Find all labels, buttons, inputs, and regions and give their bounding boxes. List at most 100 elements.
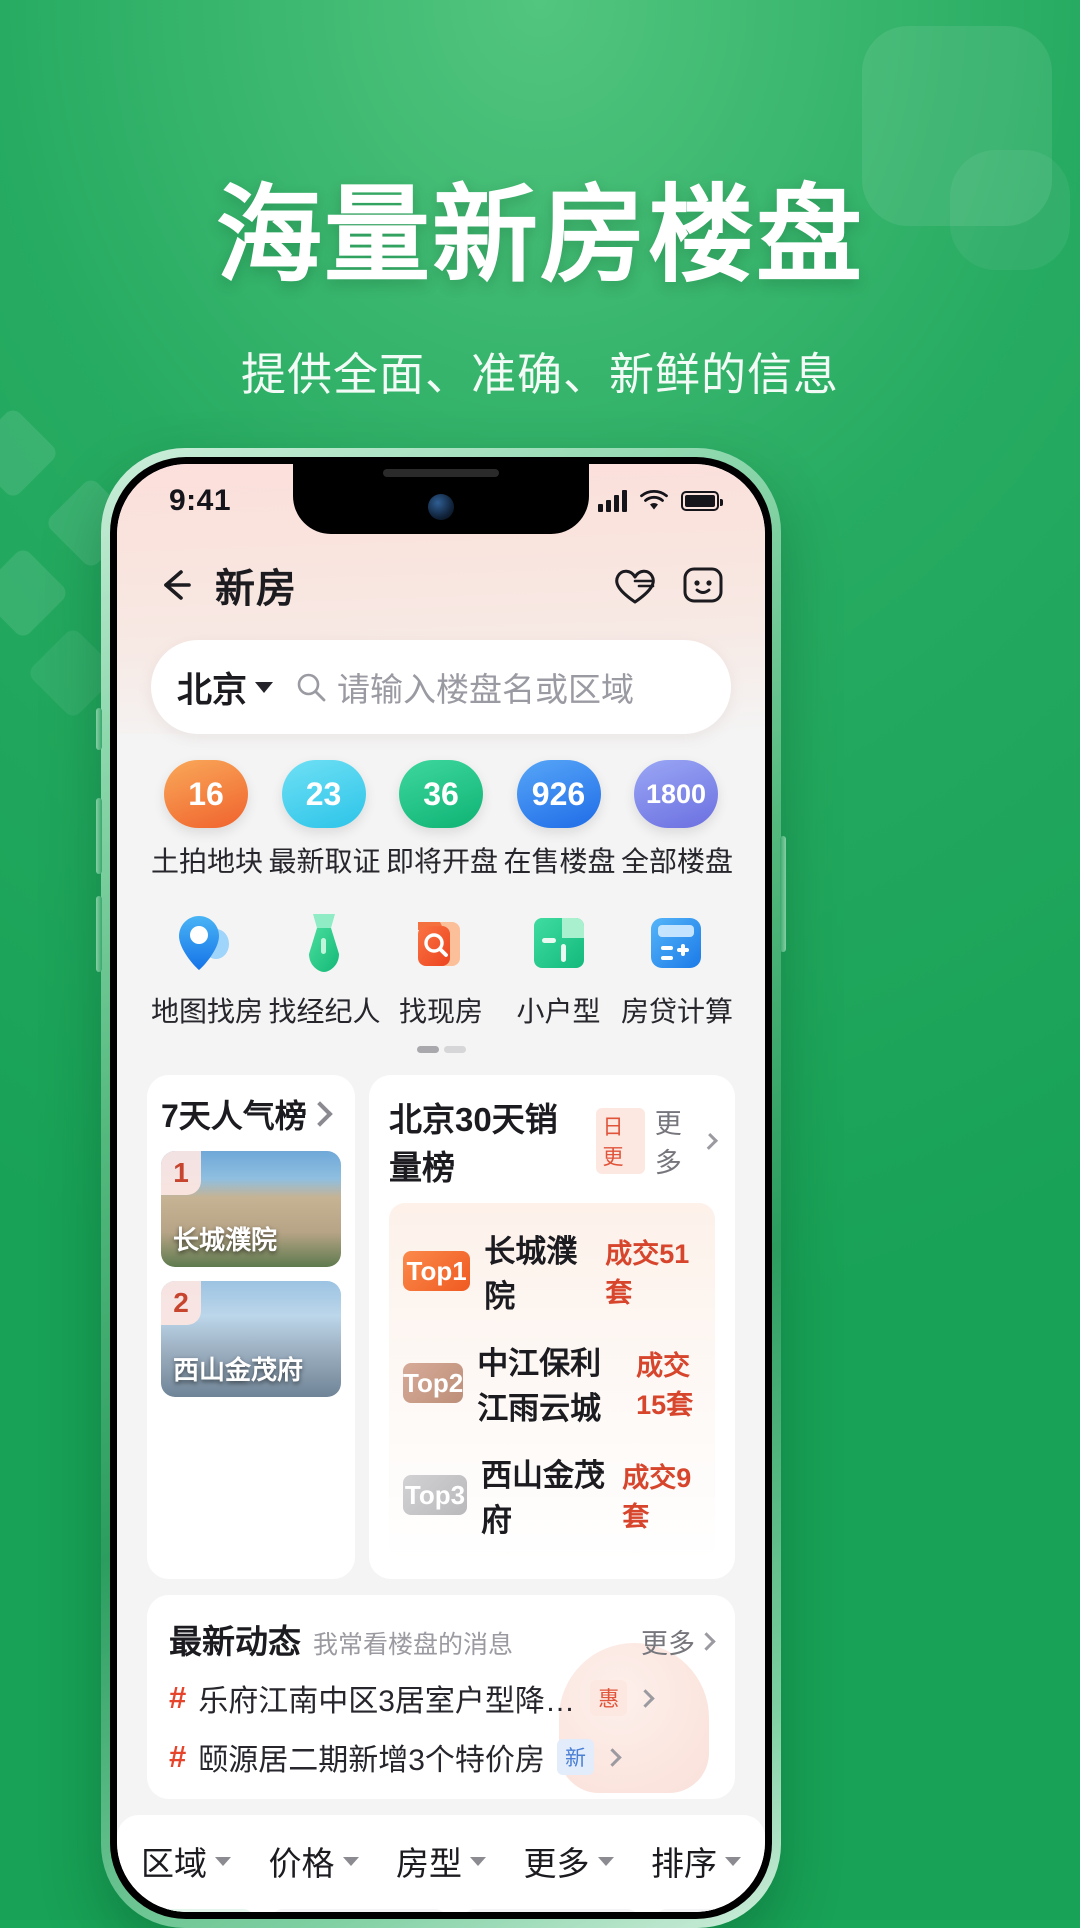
pagination-dots[interactable] xyxy=(117,1046,765,1053)
rank-badge: 1 xyxy=(161,1151,201,1195)
property-name: 西山金茂府 xyxy=(481,1458,605,1538)
filter-chip-all[interactable]: 全部 xyxy=(141,1909,255,1912)
quick-stat-bubble: 1800 xyxy=(634,760,718,828)
filter-dropdown-row: 区域 价格 房型 更多 排序 xyxy=(141,1837,741,1885)
quick-stat-quzheng[interactable]: 23 最新取证 xyxy=(268,760,381,880)
sales-count: 成交9套 xyxy=(622,1463,692,1532)
popularity-card-title: 7天人气榜 xyxy=(161,1098,307,1134)
mute-switch[interactable] xyxy=(96,708,102,750)
status-time: 9:41 xyxy=(169,484,232,517)
table-row[interactable]: Top2 中江保利江雨云城 成交15套 xyxy=(403,1327,701,1439)
quick-stat-label: 即将开盘 xyxy=(386,846,499,877)
quick-tool-small-unit[interactable]: 小户型 xyxy=(504,906,614,1030)
chevron-right-icon xyxy=(700,1132,718,1150)
search-bar[interactable]: 北京 请输入楼盘名或区域 xyxy=(151,640,731,734)
search-icon xyxy=(297,673,326,702)
sales-count: 成交15套 xyxy=(636,1351,694,1420)
volume-down-button[interactable] xyxy=(96,896,102,972)
battery-icon xyxy=(681,491,723,511)
chevron-right-icon xyxy=(636,1688,655,1708)
volume-up-button[interactable] xyxy=(96,798,102,874)
quick-tool-label: 找经纪人 xyxy=(268,996,381,1027)
filter-label: 排序 xyxy=(651,1845,717,1882)
rank-badge: Top1 xyxy=(403,1251,471,1291)
rank-badge: 2 xyxy=(161,1281,201,1325)
front-camera-icon xyxy=(428,494,454,520)
quick-tool-map[interactable]: 地图找房 xyxy=(151,906,264,1030)
quick-stat-label: 最新取证 xyxy=(268,846,381,877)
page-title: 新房 xyxy=(215,567,297,611)
filter-chip-metro[interactable]: 地铁沿线 xyxy=(463,1909,639,1912)
quick-stat-kaipan[interactable]: 36 即将开盘 xyxy=(386,760,499,880)
status-badge: 惠 xyxy=(590,1680,628,1716)
filter-label: 更多 xyxy=(523,1845,590,1882)
quick-stat-bubble: 36 xyxy=(399,760,483,828)
decor-diamond xyxy=(0,546,70,640)
rank-badge: Top2 xyxy=(403,1363,464,1403)
quick-stat-zaishou[interactable]: 926 在售楼盘 xyxy=(503,760,616,880)
hash-icon: # xyxy=(169,1739,187,1774)
chevron-down-icon xyxy=(215,1856,231,1866)
search-input-placeholder[interactable]: 请输入楼盘名或区域 xyxy=(337,663,634,711)
filter-label: 价格 xyxy=(268,1845,335,1882)
promo-subtitle: 提供全面、准确、新鲜的信息 xyxy=(240,349,839,400)
dynamics-subtitle: 我常看楼盘的消息 xyxy=(313,1631,514,1659)
city-selector[interactable]: 北京 xyxy=(177,662,274,713)
popularity-card-header[interactable]: 7天人气榜 xyxy=(161,1091,341,1137)
filter-house-type[interactable]: 房型 xyxy=(396,1837,486,1885)
filter-label: 区域 xyxy=(141,1845,207,1882)
table-row[interactable]: Top1 长城濮院 成交51套 xyxy=(403,1215,701,1327)
back-arrow-icon[interactable] xyxy=(153,562,199,608)
floorplan-icon xyxy=(517,906,601,980)
quick-stat-label: 在售楼盘 xyxy=(503,846,616,877)
filter-price[interactable]: 价格 xyxy=(269,1837,359,1885)
quick-tool-label: 地图找房 xyxy=(151,996,264,1027)
quick-tool-agent[interactable]: 找经纪人 xyxy=(268,906,381,1030)
property-name: 长城濮院 xyxy=(173,1225,278,1255)
chevron-down-icon xyxy=(725,1856,741,1866)
property-name: 西山金茂府 xyxy=(173,1355,304,1385)
necktie-icon xyxy=(282,906,366,980)
map-pin-icon xyxy=(164,906,248,980)
phone-bezel: 9:41 新房 北京 请输入楼盘名或区域 16 土拍地块 23 最新取证 36 … xyxy=(110,457,772,1919)
phone-screen: 9:41 新房 北京 请输入楼盘名或区域 16 土拍地块 23 最新取证 36 … xyxy=(117,464,765,1912)
filter-sort[interactable]: 排序 xyxy=(651,1837,741,1885)
chevron-right-icon xyxy=(307,1101,333,1127)
list-item[interactable]: 2 西山金茂府 xyxy=(161,1281,341,1397)
list-item[interactable]: # 颐源居二期新增3个特价房 新 xyxy=(169,1722,713,1781)
quick-tool-ready-house[interactable]: 找现房 xyxy=(386,906,496,1030)
latest-dynamics-card: 最新动态 我常看楼盘的消息 更多 # 乐府江南中区3居室户型降价5.5万即等… … xyxy=(147,1595,735,1799)
dynamics-title: 最新动态 xyxy=(169,1623,301,1660)
chevron-down-icon xyxy=(597,1856,614,1866)
quick-stat-bubble: 23 xyxy=(281,760,366,828)
hash-icon: # xyxy=(169,1680,187,1715)
app-header-area: 9:41 新房 北京 请输入楼盘名或区域 xyxy=(117,464,765,734)
quick-tool-mortgage[interactable]: 房贷计算 xyxy=(621,906,733,1030)
earpiece-speaker xyxy=(383,469,499,477)
heart-icon[interactable] xyxy=(609,559,661,611)
filter-chip-only-proj[interactable]: 只看楼盘 xyxy=(271,1909,447,1912)
chevron-down-icon xyxy=(470,1856,486,1866)
wifi-icon xyxy=(640,490,668,510)
quick-stats-row: 16 土拍地块 23 最新取证 36 即将开盘 926 在售楼盘 1800 全部… xyxy=(117,734,765,880)
list-item[interactable]: # 乐府江南中区3居室户型降价5.5万即等… 惠 xyxy=(169,1663,713,1722)
power-button[interactable] xyxy=(780,836,786,952)
chat-icon[interactable] xyxy=(677,559,729,611)
list-item[interactable]: 1 长城濮院 xyxy=(161,1151,341,1267)
filter-chip-row: 全部 只看楼盘 地铁沿线 近期开盘 在售楼 xyxy=(141,1909,765,1912)
more-label: 更多 xyxy=(654,1109,682,1178)
quick-stat-tupai[interactable]: 16 土拍地块 xyxy=(151,760,263,880)
status-badge: 日更 xyxy=(595,1108,645,1174)
filter-region[interactable]: 区域 xyxy=(141,1837,231,1885)
dynamics-more-button[interactable]: 更多 xyxy=(641,1622,716,1661)
chevron-down-icon xyxy=(255,681,274,693)
search-folder-icon xyxy=(399,906,483,980)
property-name: 中江保利江雨云城 xyxy=(477,1346,602,1426)
quick-stat-quanbu[interactable]: 1800 全部楼盘 xyxy=(621,760,733,880)
dot-active xyxy=(416,1046,439,1053)
popularity-card[interactable]: 7天人气榜 1 长城濮院 2 西山金茂府 xyxy=(147,1075,355,1579)
table-row[interactable]: Top3 西山金茂府 成交9套 xyxy=(403,1439,701,1551)
filter-more[interactable]: 更多 xyxy=(524,1837,614,1885)
sales-more-button[interactable]: 更多 xyxy=(654,1102,718,1180)
quick-tool-label: 小户型 xyxy=(516,996,601,1027)
